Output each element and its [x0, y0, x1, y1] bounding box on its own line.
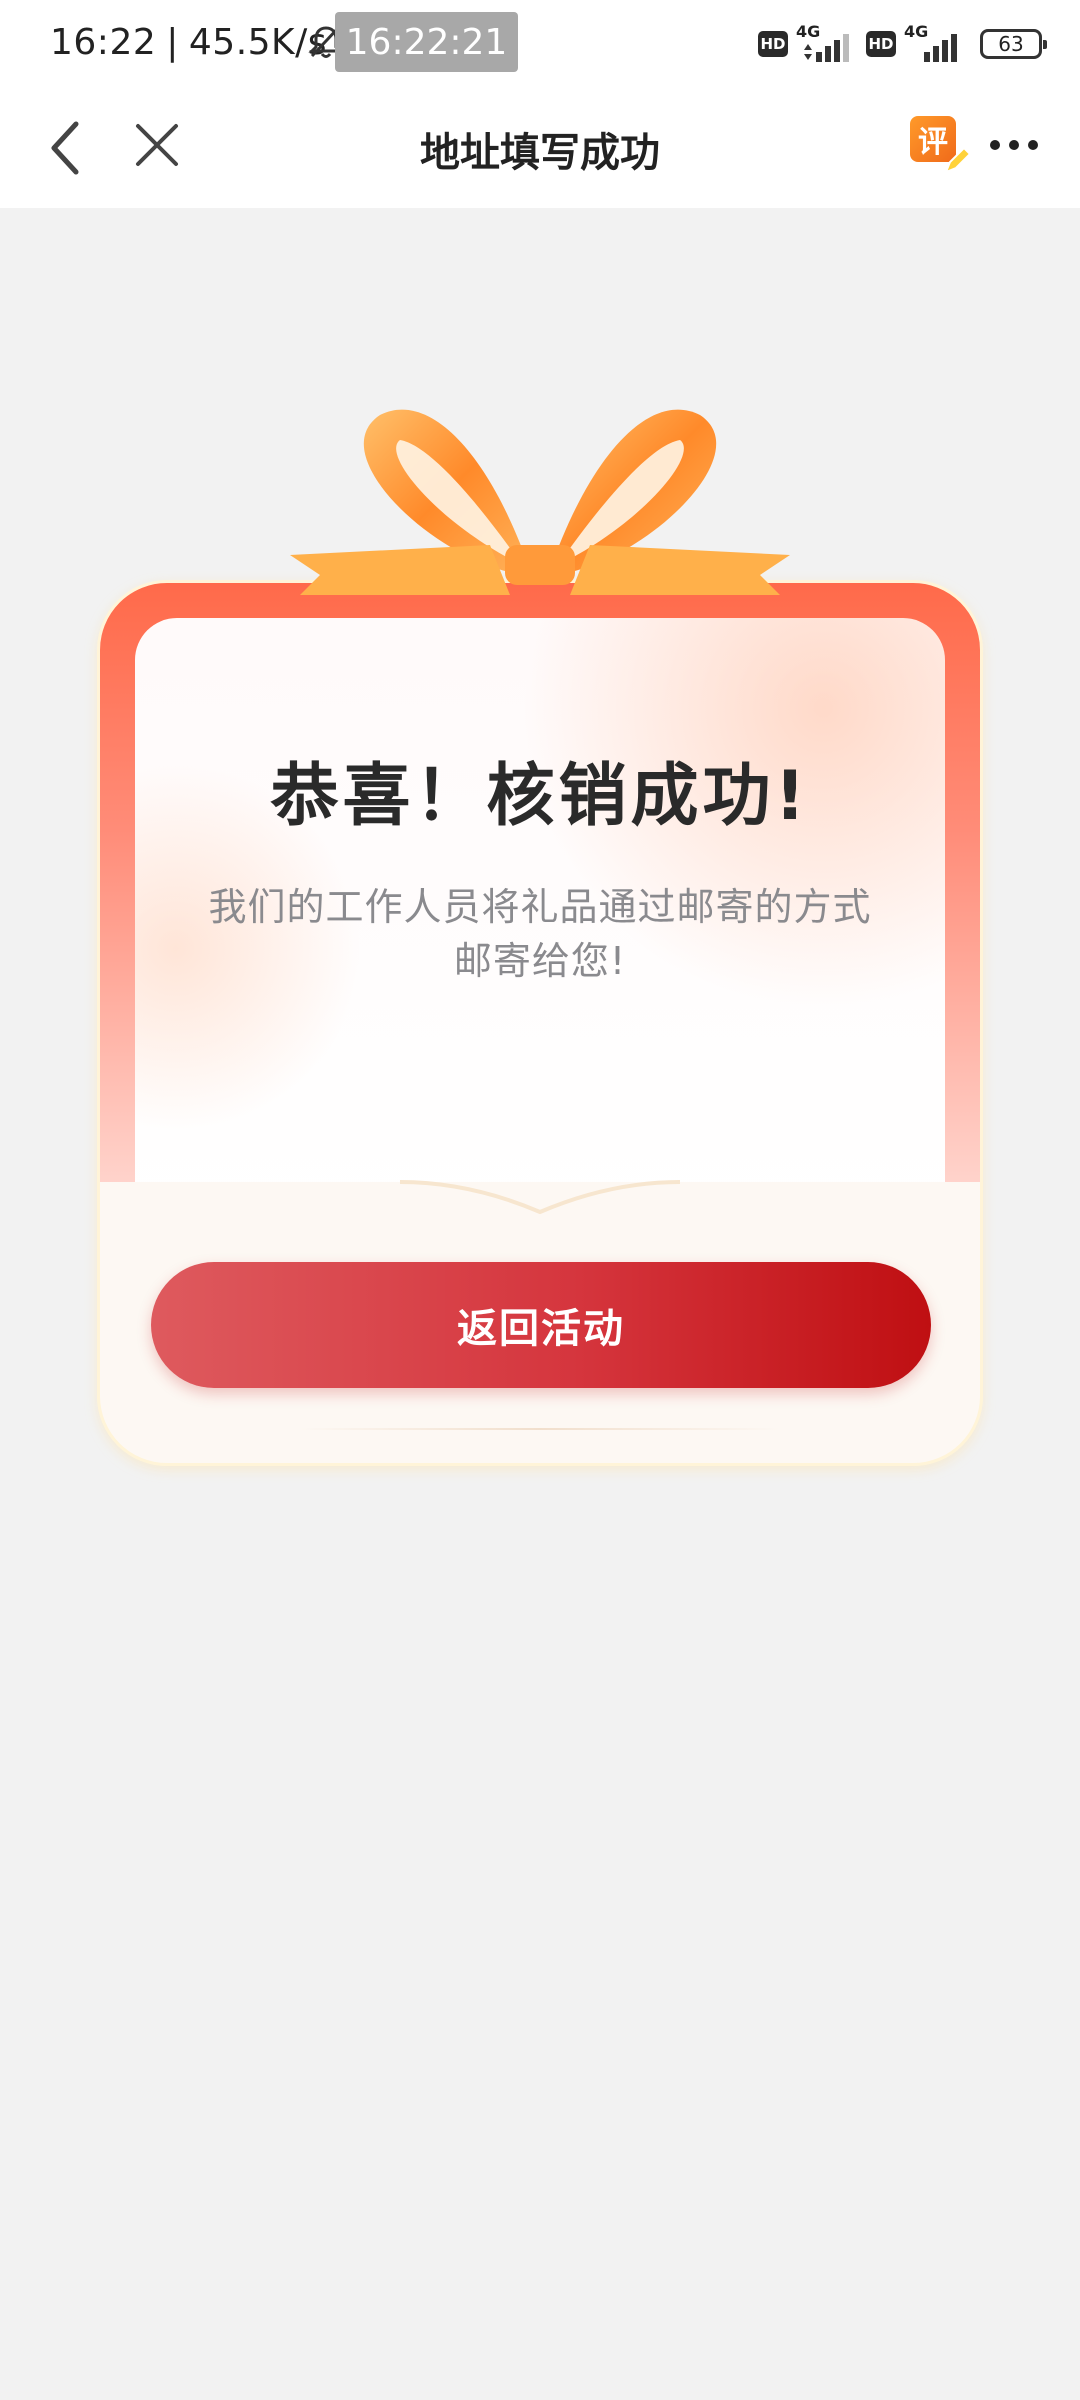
gift-bow-icon [290, 409, 790, 595]
more-dot [1028, 140, 1038, 150]
signal-bars-icon [804, 34, 849, 62]
pencil-icon [944, 146, 972, 174]
more-dot [990, 140, 1000, 150]
battery-icon: 63 [980, 29, 1047, 59]
hd-badge-2: HD [866, 31, 896, 57]
status-left: 16:22 | 45.5K/s [50, 22, 327, 63]
signal-1: 4G [796, 22, 858, 64]
battery-level: 63 [998, 32, 1024, 56]
status-bar: 16:22 | 45.5K/s 16:22:21 HD 4G HD 4G 63 [0, 0, 1080, 90]
return-activity-button[interactable]: 返回活动 [151, 1262, 931, 1388]
card-description: 我们的工作人员将礼品通过邮寄的方式邮寄给您! [208, 885, 872, 983]
nav-bar: 地址填写成功 评 [0, 90, 1080, 208]
back-icon[interactable] [44, 118, 88, 178]
card-notch [400, 1180, 680, 1215]
close-icon[interactable] [132, 120, 182, 170]
status-separator: | [166, 22, 179, 63]
more-dot [1009, 140, 1019, 150]
status-time: 16:22 [50, 22, 157, 63]
clock-overlay: 16:22:21 [335, 12, 518, 72]
signal-2: 4G [904, 22, 966, 64]
status-right: HD 4G HD 4G 63 [758, 22, 1047, 64]
more-icon[interactable] [990, 135, 1038, 155]
review-icon[interactable]: 评 [910, 116, 972, 174]
card-title: 恭喜！核销成功! [270, 757, 810, 836]
card-bottom-divider [300, 1428, 780, 1430]
hd-badge: HD [758, 31, 788, 57]
signal-bars-icon-2 [924, 34, 957, 62]
